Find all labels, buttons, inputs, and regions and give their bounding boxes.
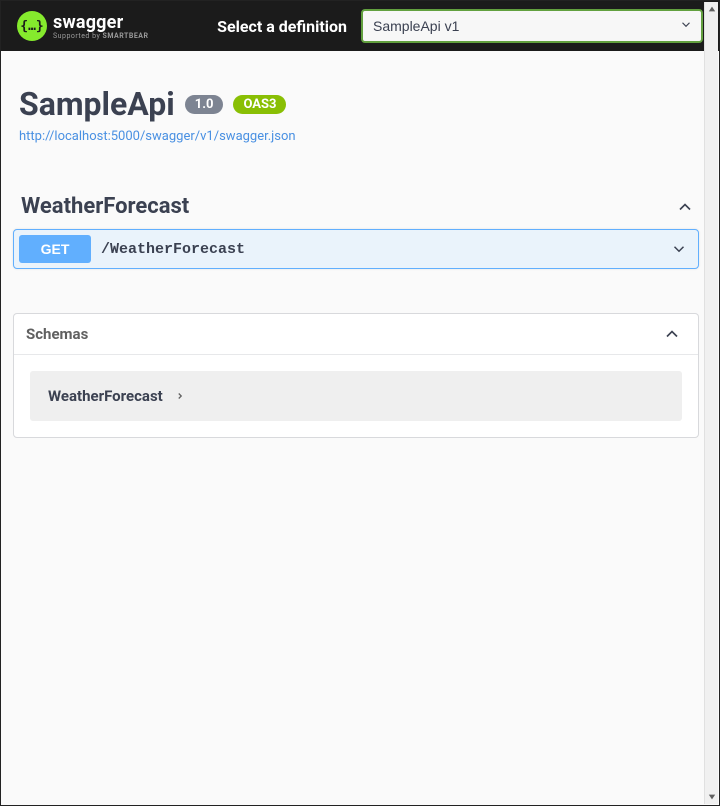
swagger-icon: {…} <box>17 11 47 41</box>
operation-summary[interactable]: GET /WeatherForecast <box>14 230 698 268</box>
tag-name: WeatherForecast <box>21 194 675 219</box>
swagger-supported-by: Supported by SMARTBEAR <box>53 32 148 40</box>
operation-path: /WeatherForecast <box>101 241 670 258</box>
tag-header[interactable]: WeatherForecast <box>13 188 699 229</box>
api-info: SampleApi 1.0 OAS3 http://localhost:5000… <box>19 85 699 144</box>
chevron-up-icon <box>675 197 695 217</box>
version-badge: 1.0 <box>185 95 224 114</box>
scroll-up-arrow-icon[interactable] <box>705 2 719 16</box>
model-row[interactable]: WeatherForecast <box>30 371 682 421</box>
http-method-badge: GET <box>19 235 91 263</box>
definition-select-wrap: SampleApi v1 <box>361 9 703 43</box>
scroll-down-arrow-icon[interactable] <box>705 790 719 804</box>
main-wrapper: SampleApi 1.0 OAS3 http://localhost:5000… <box>1 51 719 458</box>
chevron-right-icon <box>175 391 185 401</box>
schemas-header[interactable]: Schemas <box>14 314 698 355</box>
chevron-up-icon <box>662 324 682 344</box>
chevron-down-icon <box>670 240 688 258</box>
scrollbar[interactable] <box>704 2 718 804</box>
api-title-row: SampleApi 1.0 OAS3 <box>19 85 699 123</box>
model-name: WeatherForecast <box>48 387 163 405</box>
swagger-wordmark: swagger <box>53 12 148 33</box>
schemas-body: WeatherForecast <box>14 355 698 437</box>
schemas-section: Schemas WeatherForecast <box>13 313 699 438</box>
swagger-logo[interactable]: {…} swagger Supported by SMARTBEAR <box>17 11 148 41</box>
definition-select[interactable]: SampleApi v1 <box>361 9 703 43</box>
schemas-title: Schemas <box>26 325 662 343</box>
swagger-logo-text-block: swagger Supported by SMARTBEAR <box>53 12 148 40</box>
tag-section: WeatherForecast GET /WeatherForecast <box>13 188 699 269</box>
oas-badge: OAS3 <box>233 95 286 114</box>
api-title: SampleApi <box>19 85 175 123</box>
swagger-json-link[interactable]: http://localhost:5000/swagger/v1/swagger… <box>19 129 296 144</box>
topbar: {…} swagger Supported by SMARTBEAR Selec… <box>1 1 719 51</box>
select-definition-label: Select a definition <box>217 17 347 36</box>
operation-block: GET /WeatherForecast <box>13 229 699 269</box>
